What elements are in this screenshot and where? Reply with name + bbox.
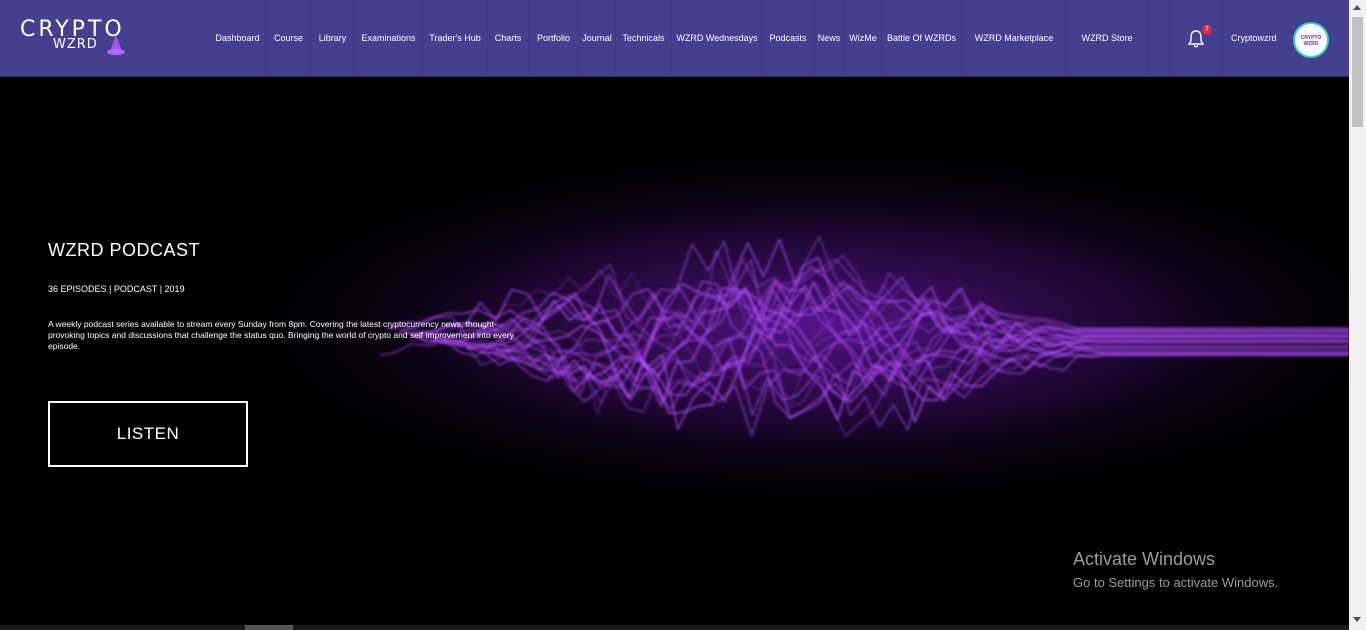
podcast-meta: 36 EPISODES | PODCAST | 2019 — [48, 284, 185, 294]
bell-icon — [1188, 30, 1204, 48]
nav-item-portfolio[interactable]: Portfolio — [529, 0, 579, 76]
username-link[interactable]: Cryptowzrd — [1231, 33, 1277, 43]
activate-windows-subtitle: Go to Settings to activate Windows. — [1073, 575, 1279, 590]
top-navigation-bar: CRYPTO WZRD Dashboard Course Library Examin… — [0, 0, 1349, 77]
notification-count-badge: 7 — [1202, 25, 1212, 35]
nav-item-technicals[interactable]: Technicals — [616, 0, 672, 76]
podcast-hero-banner: WZRD PODCAST 36 EPISODES | PODCAST | 201… — [0, 77, 1349, 625]
notifications-button[interactable]: 7 — [1169, 0, 1223, 76]
scrollbar-thumb[interactable] — [1352, 17, 1363, 127]
listen-button[interactable]: LISTEN — [48, 401, 248, 467]
horizontal-scrollbar-thumb[interactable] — [245, 625, 293, 630]
main-menu: Dashboard Course Library Examinations Trader… — [209, 0, 1148, 76]
crypto-wzrd-logo[interactable]: CRYPTO WZRD — [20, 17, 150, 59]
nav-item-charts[interactable]: Charts — [488, 0, 529, 76]
nav-item-news[interactable]: News — [814, 0, 845, 76]
horizontal-scrollbar[interactable] — [0, 625, 1349, 630]
vertical-scrollbar[interactable] — [1349, 0, 1366, 630]
nav-item-wzrd-store[interactable]: WZRD Store — [1067, 0, 1148, 76]
scroll-down-arrow-icon[interactable] — [1353, 617, 1361, 622]
activate-windows-title: Activate Windows — [1073, 549, 1216, 569]
nav-item-library[interactable]: Library — [311, 0, 355, 76]
scroll-up-arrow-icon[interactable] — [1353, 5, 1361, 10]
avatar-label: CRYPTO WZRD — [1300, 35, 1322, 47]
nav-item-examinations[interactable]: Examinations — [355, 0, 423, 76]
avatar[interactable]: CRYPTO WZRD — [1293, 22, 1329, 58]
nav-item-trader-s-hub[interactable]: Trader's Hub — [423, 0, 488, 76]
podcast-title: WZRD PODCAST — [48, 240, 200, 260]
wizard-hat-icon — [107, 35, 125, 55]
nav-item-wzrd-wednesdays[interactable]: WZRD Wednesdays — [672, 0, 763, 76]
nav-item-dashboard[interactable]: Dashboard — [209, 0, 267, 76]
podcast-description: A weekly podcast series available to str… — [48, 319, 514, 351]
nav-item-course[interactable]: Course — [267, 0, 311, 76]
nav-item-battle-of-wzrds[interactable]: Battle Of WZRDs — [882, 0, 962, 76]
nav-item-wizme[interactable]: WizMe — [845, 0, 882, 76]
nav-item-wzrd-marketplace[interactable]: WZRD Marketplace — [962, 0, 1067, 76]
nav-item-podcasts[interactable]: Podcasts — [763, 0, 814, 76]
logo-line-2: WZRD — [53, 37, 98, 52]
nav-item-journal[interactable]: Journal — [579, 0, 616, 76]
